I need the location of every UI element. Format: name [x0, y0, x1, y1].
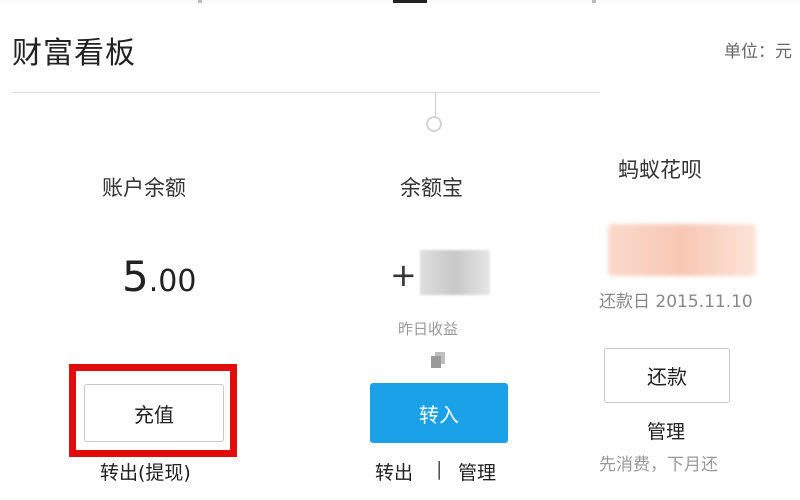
yesterday-earnings-label: 昨日收益: [398, 320, 459, 338]
balance-integer: 5: [122, 252, 149, 301]
plus-sign: +: [390, 256, 417, 294]
account-balance-title: 账户余额: [102, 176, 186, 200]
unit-label: 单位：元: [724, 42, 792, 62]
page-title: 财富看板: [12, 36, 136, 71]
top-edge-mark: [592, 0, 596, 3]
header-divider: [12, 92, 600, 93]
timeline-node: [426, 116, 442, 132]
repay-button[interactable]: 还款: [604, 348, 730, 403]
huabei-title: 蚂蚁花呗: [618, 158, 702, 182]
copy-icon[interactable]: [431, 352, 445, 368]
withdraw-link[interactable]: 转出(提现): [100, 458, 191, 485]
blurred-earnings-amount: [420, 250, 490, 295]
huabei-note: 先消费，下月还: [599, 455, 718, 475]
recharge-button[interactable]: 充值: [84, 384, 224, 442]
yuebao-title: 余额宝: [400, 176, 463, 200]
repay-date: 还款日 2015.11.10: [599, 292, 753, 312]
link-separator: |: [436, 458, 443, 480]
timeline-connector: [435, 92, 436, 118]
top-edge-mark: [198, 0, 202, 3]
transfer-in-button[interactable]: 转入: [370, 383, 508, 443]
balance-decimal: .00: [148, 264, 197, 299]
balance-amount: 5.00: [122, 252, 196, 301]
huabei-manage-link[interactable]: 管理: [647, 417, 685, 444]
transfer-out-link[interactable]: 转出: [375, 458, 413, 485]
blurred-credit-amount: [608, 224, 756, 276]
top-edge-mark: [393, 0, 427, 3]
yuebao-manage-link[interactable]: 管理: [458, 458, 496, 485]
